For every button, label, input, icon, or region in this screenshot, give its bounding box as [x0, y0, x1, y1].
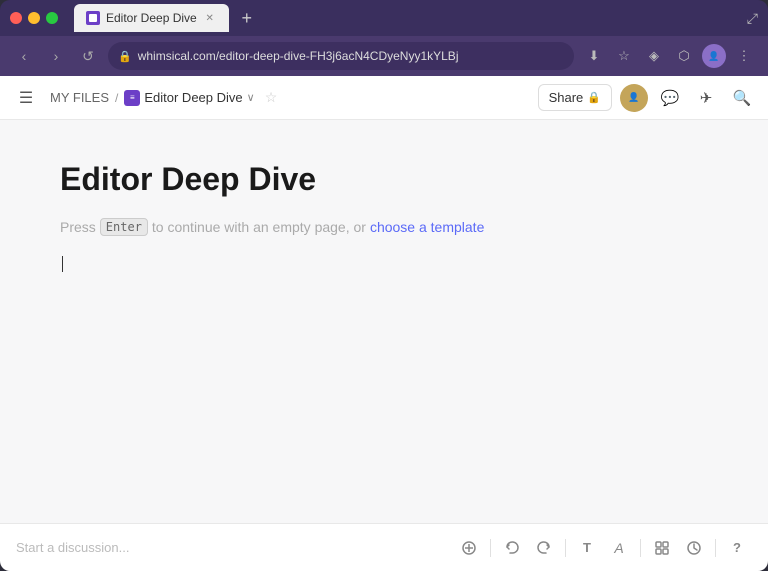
- text-cursor: [62, 256, 63, 272]
- active-tab[interactable]: Editor Deep Dive ✕: [74, 4, 229, 32]
- maximize-traffic-light[interactable]: [46, 12, 58, 24]
- share-send-button[interactable]: ✈: [692, 84, 720, 112]
- forward-button[interactable]: ›: [44, 44, 68, 68]
- history-button[interactable]: [679, 533, 709, 563]
- browser-window: Editor Deep Dive ✕ + ⤢ ‹ › ↺ 🔒 whimsical…: [0, 0, 768, 571]
- cursor-area: [60, 236, 708, 503]
- breadcrumb-chevron-button[interactable]: ∨: [247, 91, 255, 104]
- enter-key-badge: Enter: [100, 218, 148, 236]
- app-toolbar: ☰ MY FILES / Editor Deep Dive ∨ ☆ Share …: [0, 76, 768, 120]
- redo-icon: [536, 540, 552, 556]
- press-text: Press: [60, 219, 96, 235]
- comments-button[interactable]: 💬: [656, 84, 684, 112]
- choose-template-link[interactable]: choose a template: [370, 219, 484, 235]
- url-bar[interactable]: 🔒 whimsical.com/editor-deep-dive-FH3j6ac…: [108, 42, 574, 70]
- url-text: whimsical.com/editor-deep-dive-FH3j6acN4…: [138, 49, 459, 63]
- browser-profile-avatar[interactable]: 👤: [702, 44, 726, 68]
- browser-menu-button[interactable]: ⋮: [732, 44, 756, 68]
- tab-favicon: [86, 11, 100, 25]
- extensions-button[interactable]: ⬡: [672, 44, 696, 68]
- document-title[interactable]: Editor Deep Dive: [60, 160, 708, 198]
- editor-area[interactable]: Editor Deep Dive Press Enter to continue…: [0, 120, 768, 523]
- share-label: Share: [549, 90, 584, 105]
- share-lock-icon: 🔒: [587, 91, 601, 104]
- favorite-button[interactable]: ☆: [265, 89, 278, 106]
- toolbar-right: Share 🔒 👤 💬 ✈ 🔍: [538, 84, 756, 112]
- bottom-actions: T A ?: [454, 533, 752, 563]
- address-bar: ‹ › ↺ 🔒 whimsical.com/editor-deep-dive-F…: [0, 36, 768, 76]
- attach-button[interactable]: [454, 533, 484, 563]
- breadcrumb-files[interactable]: MY FILES: [50, 90, 109, 105]
- tab-title: Editor Deep Dive: [106, 11, 197, 25]
- tab-close-button[interactable]: ✕: [203, 11, 217, 25]
- lock-icon: 🔒: [118, 50, 132, 63]
- undo-icon: [504, 540, 520, 556]
- separator4: [715, 539, 716, 557]
- breadcrumb-current: Editor Deep Dive ∨: [124, 90, 254, 106]
- undo-button[interactable]: [497, 533, 527, 563]
- continue-text: to continue with an empty page, or: [152, 219, 366, 235]
- menu-button[interactable]: ☰: [12, 84, 40, 112]
- main-content: Editor Deep Dive Press Enter to continue…: [0, 120, 768, 523]
- share-button[interactable]: Share 🔒: [538, 84, 612, 111]
- history-icon: [686, 540, 702, 556]
- title-bar: Editor Deep Dive ✕ + ⤢: [0, 0, 768, 36]
- back-button[interactable]: ‹: [12, 44, 36, 68]
- layout-icon: [654, 540, 670, 556]
- bottom-bar: Start a discussion...: [0, 523, 768, 571]
- user-avatar[interactable]: 👤: [620, 84, 648, 112]
- text-format-button[interactable]: T: [572, 533, 602, 563]
- separator: [490, 539, 491, 557]
- help-button[interactable]: ?: [722, 533, 752, 563]
- redo-button[interactable]: [529, 533, 559, 563]
- browser-actions: ⬇ ☆ ◈ ⬡ 👤 ⋮: [582, 44, 756, 68]
- discussion-input[interactable]: Start a discussion...: [16, 540, 454, 555]
- whimsical-ext-button[interactable]: ◈: [642, 44, 666, 68]
- layout-button[interactable]: [647, 533, 677, 563]
- new-tab-button[interactable]: +: [233, 4, 261, 32]
- refresh-button[interactable]: ↺: [76, 44, 100, 68]
- screen-share-button[interactable]: ⬇: [582, 44, 606, 68]
- bookmark-button[interactable]: ☆: [612, 44, 636, 68]
- attach-icon: [461, 540, 477, 556]
- placeholder-hint: Press Enter to continue with an empty pa…: [60, 218, 708, 236]
- close-traffic-light[interactable]: [10, 12, 22, 24]
- breadcrumb-separator: /: [115, 91, 118, 105]
- breadcrumb-doc-title[interactable]: Editor Deep Dive: [144, 90, 242, 105]
- window-maximize-button[interactable]: ⤢: [747, 10, 758, 27]
- breadcrumb: MY FILES / Editor Deep Dive ∨: [50, 90, 255, 106]
- separator2: [565, 539, 566, 557]
- separator3: [640, 539, 641, 557]
- font-button[interactable]: A: [604, 533, 634, 563]
- search-button[interactable]: 🔍: [728, 84, 756, 112]
- doc-icon: [124, 90, 140, 106]
- minimize-traffic-light[interactable]: [28, 12, 40, 24]
- traffic-lights: [10, 12, 58, 24]
- tab-bar: Editor Deep Dive ✕ +: [74, 4, 739, 32]
